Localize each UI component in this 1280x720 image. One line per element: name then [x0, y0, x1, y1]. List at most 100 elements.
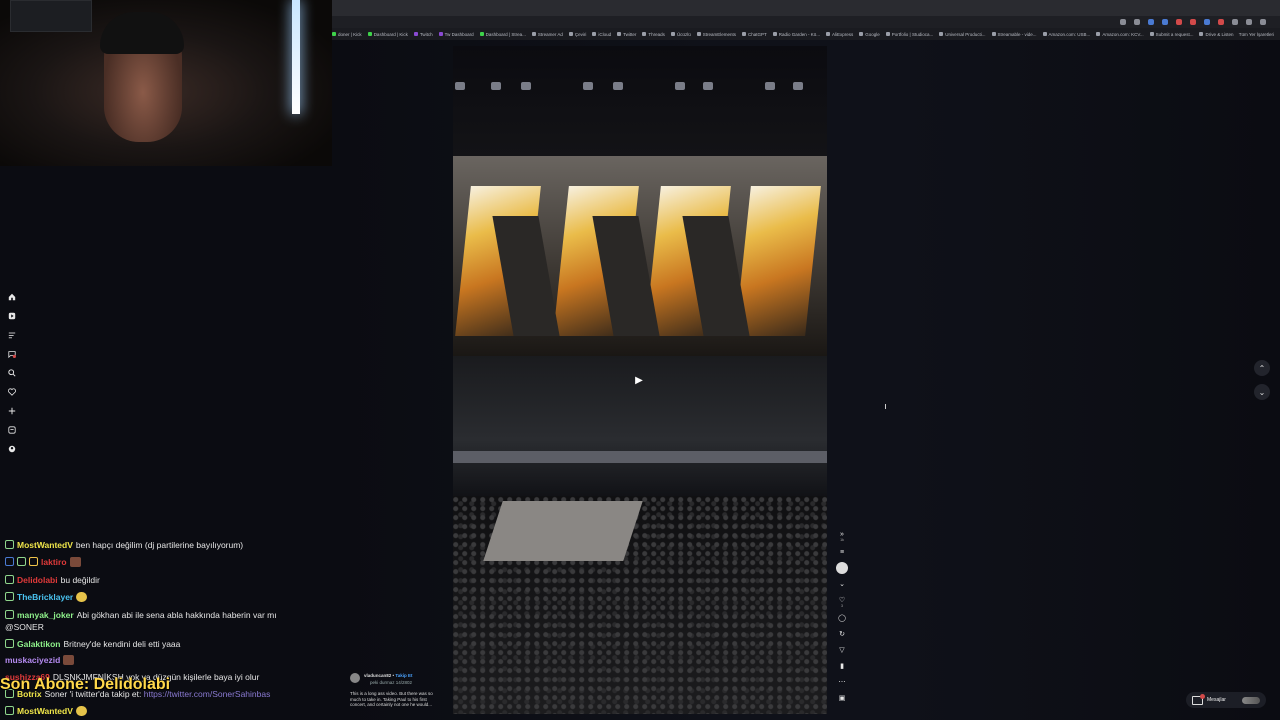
- other-bookmarks[interactable]: Tüm Yer İşaretleri: [1239, 28, 1274, 40]
- emote: [63, 655, 75, 665]
- bookmark-icon: [826, 32, 831, 36]
- bookmark-item[interactable]: Tw Dashboard: [438, 32, 474, 37]
- chevron-up-icon: ⌃: [1258, 363, 1266, 373]
- repost-icon[interactable]: ↻: [836, 628, 848, 640]
- bookmark-item[interactable]: iCloud: [592, 32, 611, 37]
- bookmark-icon: [772, 32, 777, 36]
- reel-video[interactable]: ▶: [453, 46, 827, 714]
- extension-icon[interactable]: [1148, 19, 1154, 25]
- chat-text: Britney'de kendini deli etti yaaa: [63, 639, 181, 649]
- chat-message: laktiro: [5, 557, 81, 567]
- stage-screens: [453, 156, 827, 356]
- threads-icon[interactable]: [5, 423, 19, 436]
- chevron-down-icon[interactable]: ⌄: [836, 578, 848, 590]
- bookmark-item[interactable]: Dashboard | Kick: [367, 32, 408, 37]
- plus-icon[interactable]: [5, 404, 19, 417]
- bookmark-icon: [1149, 32, 1154, 36]
- stage-rig: [453, 46, 827, 156]
- audio-icon[interactable]: ▣: [836, 692, 848, 704]
- bookmark-item[interactable]: Çeviri: [568, 32, 586, 37]
- bookmark-icon: [741, 32, 746, 36]
- kick-icon: [367, 32, 372, 36]
- menu-icon[interactable]: [1260, 19, 1266, 25]
- messages-label: Mesajlar: [1207, 697, 1226, 703]
- comment-icon[interactable]: ◯: [836, 612, 848, 624]
- follow-button[interactable]: Takip Et: [395, 673, 412, 678]
- catwalk: [483, 501, 643, 561]
- bookmark-item[interactable]: ChatGPT: [741, 32, 767, 37]
- chat-message: @SONER: [5, 622, 44, 632]
- bookmark-icon[interactable]: ▮: [836, 660, 848, 672]
- chat-message: muskaciyezid: [5, 655, 75, 665]
- extension-icon[interactable]: [1204, 19, 1210, 25]
- avatar[interactable]: [350, 673, 360, 683]
- extension-icon[interactable]: [1176, 19, 1182, 25]
- extension-icon[interactable]: [1218, 19, 1224, 25]
- bookmark-item[interactable]: Radio Garden - Kö...: [772, 32, 820, 37]
- bookmark-item[interactable]: doner | Kick: [332, 32, 362, 37]
- chat-username: Delidolabi: [17, 575, 58, 585]
- bookmark-item[interactable]: Twitter: [617, 32, 636, 37]
- subscriber-badge: [5, 639, 14, 648]
- bookmark-item[interactable]: Amazon.com: USB...: [1042, 32, 1090, 37]
- chat-username: manyak_joker: [17, 610, 74, 620]
- bookmark-item[interactable]: Google: [859, 32, 880, 37]
- bookmark-item[interactable]: Twitch: [413, 32, 433, 37]
- creator-avatar[interactable]: [836, 562, 848, 574]
- home-icon[interactable]: [5, 290, 19, 303]
- kick-icon: [332, 32, 336, 36]
- bookmark-item[interactable]: Streamer Ad: [531, 32, 563, 37]
- playlist-icon[interactable]: [5, 328, 19, 341]
- subscriber-badge: [5, 592, 14, 601]
- chat-message: MostWantedV ben hapçı değilim (dj partile…: [5, 540, 243, 550]
- bookmark-item[interactable]: Threads: [642, 32, 665, 37]
- more-icon[interactable]: ⋯: [836, 676, 848, 688]
- bookmark-item[interactable]: Portfolio | Studioca...: [885, 32, 933, 37]
- chat-message: MostWantedV: [5, 706, 87, 716]
- post-author[interactable]: vladuncan82: [364, 673, 391, 678]
- stage-edge: [453, 451, 827, 463]
- subscriber-badge: [5, 575, 14, 584]
- extension-icon[interactable]: [1120, 19, 1126, 25]
- lit-panel: [735, 186, 821, 336]
- star-icon[interactable]: [1134, 19, 1140, 25]
- bookmark-item[interactable]: Universal Producti...: [939, 32, 986, 37]
- bookmark-item[interactable]: Ücüzlü: [670, 32, 691, 37]
- profile-icon[interactable]: [5, 442, 19, 455]
- chat-message: Galaktikon Britney'de kendini deli etti y…: [5, 639, 180, 649]
- share-icon[interactable]: ▽: [836, 644, 848, 656]
- bookmark-item[interactable]: Amazon.com: KCV...: [1096, 32, 1144, 37]
- stage-light: [521, 82, 531, 90]
- post-audio[interactable]: peki durmaz 14/2802: [370, 680, 412, 685]
- chat-username: MostWantedV: [17, 540, 73, 550]
- profile-icon[interactable]: [1246, 19, 1252, 25]
- extension-icon[interactable]: [1190, 19, 1196, 25]
- bookmark-item[interactable]: AliExpress: [826, 32, 853, 37]
- extension-icon[interactable]: [1162, 19, 1168, 25]
- previous-reel-button[interactable]: ⌃: [1254, 360, 1270, 376]
- post-author-line: vladuncan82 • Takip Et: [364, 673, 413, 678]
- chat-username: laktiro: [41, 557, 67, 567]
- bookmark-icon: [885, 32, 890, 36]
- chat-username: Galaktikon: [17, 639, 61, 649]
- light-tube: [292, 0, 300, 114]
- bookmark-icon: [568, 32, 573, 36]
- bookmark-icon: [1199, 32, 1204, 36]
- puzzle-icon[interactable]: [1232, 19, 1238, 25]
- bookmark-item[interactable]: Submit a request...: [1149, 32, 1193, 37]
- chat-text: Abi gökhan abi ile sena abla hakkında ha…: [76, 610, 277, 620]
- play-icon[interactable]: ▶: [632, 373, 646, 387]
- reels-icon[interactable]: [5, 309, 19, 322]
- bookmark-item[interactable]: Streamable - vide...: [991, 32, 1037, 37]
- chat-username: TheBricklayer: [17, 592, 74, 602]
- bookmark-item[interactable]: Dashboard | Strea...: [479, 32, 526, 37]
- bookmark-item[interactable]: Drive & Listen: [1199, 32, 1233, 37]
- bookmark-item[interactable]: StreamElements: [696, 32, 736, 37]
- heart-icon[interactable]: [5, 385, 19, 398]
- sliders-icon[interactable]: ≡: [836, 546, 848, 558]
- subscriber-badge: [17, 557, 26, 566]
- search-icon[interactable]: [5, 366, 19, 379]
- next-reel-button[interactable]: ⌄: [1254, 384, 1270, 400]
- messages-icon[interactable]: [5, 347, 19, 360]
- messages-button[interactable]: Mesajlar: [1186, 692, 1266, 708]
